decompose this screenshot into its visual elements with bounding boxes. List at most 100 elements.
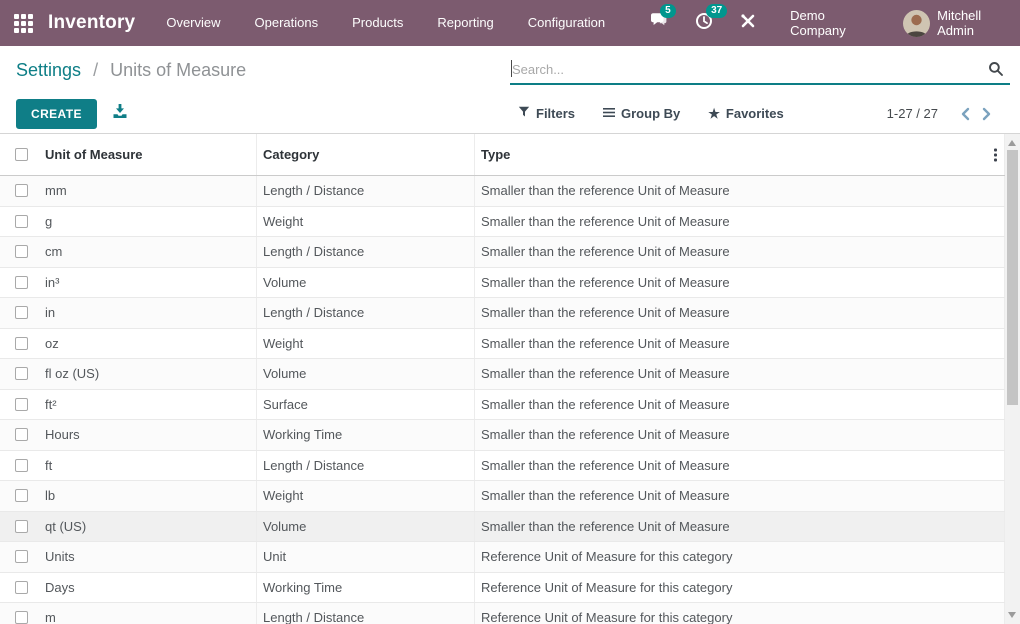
table-header-row: Unit of Measure Category Type — [0, 134, 1005, 176]
row-checkbox[interactable] — [15, 428, 28, 441]
company-name[interactable]: Demo Company — [790, 8, 865, 38]
row-checkbox[interactable] — [15, 398, 28, 411]
table-row[interactable]: qt (US)VolumeSmaller than the reference … — [0, 512, 1005, 543]
vertical-scrollbar[interactable] — [1005, 134, 1020, 624]
favorites-button[interactable]: ★ Favorites — [708, 106, 783, 121]
activities-button[interactable]: 37 — [695, 12, 713, 35]
cell-unit-of-measure: in³ — [38, 268, 256, 298]
top-navbar: Inventory Overview Operations Products R… — [0, 0, 1020, 46]
group-by-lines-icon — [603, 106, 615, 121]
cell-category: Length / Distance — [256, 451, 474, 481]
cell-category: Weight — [256, 207, 474, 237]
user-name[interactable]: Mitchell Admin — [937, 8, 1004, 38]
optional-columns-icon[interactable] — [991, 145, 1000, 164]
cell-type: Smaller than the reference Unit of Measu… — [474, 176, 1005, 206]
cell-category: Length / Distance — [256, 237, 474, 267]
row-checkbox[interactable] — [15, 337, 28, 350]
cell-category: Surface — [256, 390, 474, 420]
row-checkbox[interactable] — [15, 367, 28, 380]
cell-type: Smaller than the reference Unit of Measu… — [474, 329, 1005, 359]
app-name[interactable]: Inventory — [48, 12, 135, 34]
search-icon[interactable] — [988, 61, 1004, 82]
table-row[interactable]: ft²SurfaceSmaller than the reference Uni… — [0, 390, 1005, 421]
scrollbar-thumb[interactable] — [1007, 150, 1018, 405]
table-row[interactable]: mmLength / DistanceSmaller than the refe… — [0, 176, 1005, 207]
column-header-type[interactable]: Type — [474, 134, 1005, 175]
cell-type: Smaller than the reference Unit of Measu… — [474, 451, 1005, 481]
filter-funnel-icon — [518, 106, 530, 121]
cell-unit-of-measure: Units — [38, 542, 256, 572]
row-checkbox[interactable] — [15, 245, 28, 258]
group-by-button[interactable]: Group By — [603, 106, 680, 121]
messages-button[interactable]: 5 — [649, 12, 668, 34]
control-bar: CREATE Filters — [0, 94, 1020, 134]
pager-range: 1-27 / 27 — [887, 106, 938, 121]
apps-menu-icon[interactable] — [14, 14, 33, 33]
table-row[interactable]: inLength / DistanceSmaller than the refe… — [0, 298, 1005, 329]
nav-item-configuration[interactable]: Configuration — [511, 0, 622, 46]
table-row[interactable]: lbWeightSmaller than the reference Unit … — [0, 481, 1005, 512]
table-row[interactable]: cmLength / DistanceSmaller than the refe… — [0, 237, 1005, 268]
page-title: Units of Measure — [110, 60, 246, 80]
row-checkbox[interactable] — [15, 520, 28, 533]
row-checkbox[interactable] — [15, 306, 28, 319]
column-header-unit-of-measure[interactable]: Unit of Measure — [38, 134, 256, 175]
app-window: Inventory Overview Operations Products R… — [0, 0, 1020, 624]
table-row[interactable]: in³VolumeSmaller than the reference Unit… — [0, 268, 1005, 299]
cell-type: Smaller than the reference Unit of Measu… — [474, 268, 1005, 298]
cell-type: Reference Unit of Measure for this categ… — [474, 603, 1005, 624]
cell-type: Smaller than the reference Unit of Measu… — [474, 481, 1005, 511]
star-icon: ★ — [708, 107, 720, 120]
developer-tools-button[interactable] — [740, 13, 756, 34]
breadcrumb-settings-link[interactable]: Settings — [16, 60, 81, 80]
cell-unit-of-measure: g — [38, 207, 256, 237]
cell-unit-of-measure: cm — [38, 237, 256, 267]
group-by-label: Group By — [621, 106, 680, 121]
cell-category: Working Time — [256, 573, 474, 603]
cell-category: Weight — [256, 329, 474, 359]
row-checkbox[interactable] — [15, 215, 28, 228]
table-row[interactable]: ozWeightSmaller than the reference Unit … — [0, 329, 1005, 360]
table-row[interactable]: ftLength / DistanceSmaller than the refe… — [0, 451, 1005, 482]
cell-type: Reference Unit of Measure for this categ… — [474, 573, 1005, 603]
table-row[interactable]: HoursWorking TimeSmaller than the refere… — [0, 420, 1005, 451]
tools-icon — [740, 13, 756, 34]
cell-category: Length / Distance — [256, 298, 474, 328]
nav-item-reporting[interactable]: Reporting — [420, 0, 510, 46]
table-row[interactable]: DaysWorking TimeReference Unit of Measur… — [0, 573, 1005, 604]
export-button[interactable] — [112, 103, 128, 124]
units-of-measure-table: Unit of Measure Category Type mmLength /… — [0, 134, 1005, 624]
pager-previous-button[interactable] — [954, 107, 976, 121]
pager-next-button[interactable] — [976, 107, 998, 121]
nav-item-overview[interactable]: Overview — [149, 0, 237, 46]
avatar[interactable] — [903, 10, 930, 37]
table-row[interactable]: gWeightSmaller than the reference Unit o… — [0, 207, 1005, 238]
row-checkbox[interactable] — [15, 581, 28, 594]
create-button[interactable]: CREATE — [16, 99, 97, 129]
cell-category: Working Time — [256, 420, 474, 450]
row-checkbox[interactable] — [15, 184, 28, 197]
nav-item-products[interactable]: Products — [335, 0, 420, 46]
table-row[interactable]: mLength / DistanceReference Unit of Meas… — [0, 603, 1005, 624]
cell-category: Unit — [256, 542, 474, 572]
cell-category: Volume — [256, 268, 474, 298]
table-row[interactable]: UnitsUnitReference Unit of Measure for t… — [0, 542, 1005, 573]
cell-category: Length / Distance — [256, 603, 474, 624]
column-header-category[interactable]: Category — [256, 134, 474, 175]
row-checkbox[interactable] — [15, 276, 28, 289]
scroll-down-arrow-icon[interactable] — [1008, 612, 1016, 618]
download-icon — [112, 103, 128, 124]
search-input[interactable] — [510, 62, 1010, 77]
breadcrumb: Settings / Units of Measure — [16, 60, 246, 81]
table-row[interactable]: fl oz (US)VolumeSmaller than the referen… — [0, 359, 1005, 390]
nav-item-operations[interactable]: Operations — [238, 0, 336, 46]
scroll-up-arrow-icon[interactable] — [1008, 140, 1016, 146]
row-checkbox[interactable] — [15, 489, 28, 502]
row-checkbox[interactable] — [15, 611, 28, 624]
row-checkbox[interactable] — [15, 550, 28, 563]
pager: 1-27 / 27 — [887, 106, 998, 121]
select-all-checkbox[interactable] — [15, 148, 28, 161]
filters-button[interactable]: Filters — [518, 106, 575, 121]
cell-type: Smaller than the reference Unit of Measu… — [474, 512, 1005, 542]
row-checkbox[interactable] — [15, 459, 28, 472]
